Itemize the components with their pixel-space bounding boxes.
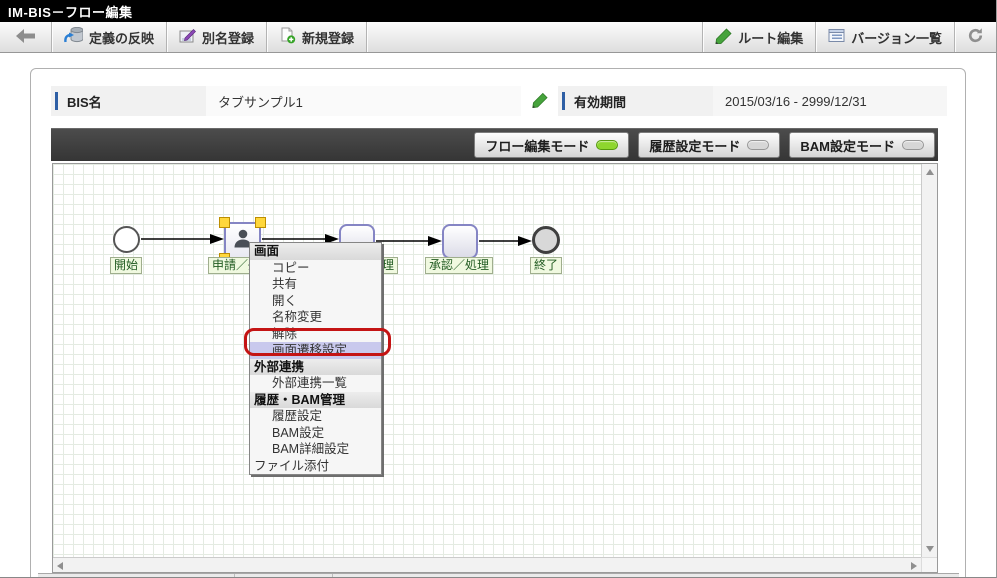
context-menu-item-open[interactable]: 開く [250, 293, 381, 310]
route-edit-label: ルート編集 [738, 30, 804, 46]
alias-register-icon [179, 28, 197, 47]
canvas-horizontal-scrollbar[interactable] [53, 557, 921, 572]
refresh-button[interactable] [955, 22, 996, 52]
next-section-header-cutoff [38, 573, 959, 577]
inactive-led-indicator [747, 140, 770, 150]
context-menu-item-rename[interactable]: 名称変更 [250, 309, 381, 326]
task-node-approve[interactable] [442, 224, 478, 259]
version-list-button[interactable]: バージョン一覧 [816, 22, 954, 52]
active-led-indicator [596, 140, 619, 150]
end-node[interactable] [532, 226, 560, 254]
end-node-label: 終了 [529, 257, 563, 274]
context-menu-item-external-link-list[interactable]: 外部連携一覧 [250, 375, 381, 392]
start-node-label: 開始 [109, 257, 143, 274]
alias-register-label: 別名登録 [202, 30, 255, 46]
alias-register-button[interactable]: 別名登録 [167, 22, 266, 52]
new-register-button[interactable]: 新規登録 [267, 22, 366, 52]
mode-bar: フロー編集モード 履歴設定モード BAM設定モード [51, 128, 938, 161]
new-register-label: 新規登録 [302, 30, 355, 46]
context-menu-item-copy[interactable]: コピー [250, 260, 381, 277]
bis-name-label-cell: BIS名 [51, 86, 206, 116]
context-menu-item-file-attach[interactable]: ファイル添付 [250, 458, 381, 475]
bis-name-label: BIS名 [67, 94, 102, 110]
refresh-icon [967, 27, 984, 47]
scrollbar-corner [921, 557, 937, 572]
back-arrow-icon [16, 28, 35, 46]
approve-node-label: 承認／処理 [424, 257, 494, 274]
database-reflect-icon [64, 26, 84, 47]
bis-name-edit-area [521, 86, 558, 116]
version-list-label: バージョン一覧 [851, 30, 942, 46]
window-title-bar: IM-BIS－フロー編集 [0, 0, 996, 22]
context-menu-item-history-setting[interactable]: 履歴設定 [250, 408, 381, 425]
back-button[interactable] [0, 22, 51, 52]
start-node[interactable] [113, 226, 140, 253]
context-menu-section-external-link: 外部連携 [250, 358, 381, 375]
app-window: IM-BIS－フロー編集 定義の反映 別名登録 新規登録 ルート編集 バージョン… [0, 0, 997, 578]
bam-setting-mode-button[interactable]: BAM設定モード [789, 132, 935, 158]
reflect-definition-label: 定義の反映 [89, 30, 155, 46]
canvas-vertical-scrollbar[interactable] [921, 164, 937, 557]
context-menu-section-screen: 画面 [250, 243, 381, 260]
info-bar: BIS名 タブサンプル1 有効期間 2015/03/16 - 2999/12/3… [51, 86, 947, 116]
valid-period-label: 有効期間 [574, 94, 627, 110]
green-pencil-icon [715, 27, 732, 47]
flow-edit-panel: BIS名 タブサンプル1 有効期間 2015/03/16 - 2999/12/3… [30, 68, 966, 577]
node-context-menu: 画面 コピー 共有 開く 名称変更 解除 画面遷移設定 外部連携 外部連携一覧 … [249, 242, 382, 475]
reflect-definition-button[interactable]: 定義の反映 [52, 22, 166, 52]
context-menu-section-history-bam: 履歴・BAM管理 [250, 391, 381, 408]
valid-period-label-cell: 有効期間 [558, 86, 713, 116]
selection-handle[interactable] [219, 217, 230, 228]
history-setting-mode-button[interactable]: 履歴設定モード [638, 132, 781, 158]
scroll-left-arrow-icon[interactable] [57, 561, 63, 570]
selection-handle[interactable] [255, 217, 266, 228]
label-accent-bar [55, 92, 58, 110]
bis-name-edit-button[interactable] [531, 92, 548, 111]
new-register-icon [279, 27, 296, 47]
red-highlight-annotation [244, 328, 391, 356]
valid-period-value: 2015/03/16 - 2999/12/31 [713, 86, 947, 116]
toolbar-right-group: ルート編集 バージョン一覧 [702, 22, 996, 52]
context-menu-item-share[interactable]: 共有 [250, 276, 381, 293]
window-title: IM-BIS－フロー編集 [8, 4, 133, 20]
scroll-down-arrow-icon[interactable] [926, 546, 934, 552]
bis-name-value: タブサンプル1 [206, 86, 521, 116]
context-menu-item-bam-setting[interactable]: BAM設定 [250, 425, 381, 442]
version-list-icon [828, 28, 845, 46]
context-menu-item-bam-detail-setting[interactable]: BAM詳細設定 [250, 441, 381, 458]
toolbar-separator [366, 22, 368, 52]
label-accent-bar [562, 92, 565, 110]
flow-connectors [141, 234, 532, 246]
inactive-led-indicator [902, 140, 924, 150]
scroll-right-arrow-icon[interactable] [911, 561, 917, 570]
route-edit-button[interactable]: ルート編集 [703, 22, 815, 52]
flow-edit-mode-button[interactable]: フロー編集モード [474, 132, 630, 158]
flow-canvas[interactable]: 開始 申請／処理 理 承認／処理 終了 画面 コピー 共有 開く 名称変更 解除… [52, 163, 938, 573]
scroll-up-arrow-icon[interactable] [926, 169, 934, 175]
green-pencil-icon [531, 92, 548, 111]
main-toolbar: 定義の反映 別名登録 新規登録 ルート編集 バージョン一覧 [0, 22, 996, 53]
